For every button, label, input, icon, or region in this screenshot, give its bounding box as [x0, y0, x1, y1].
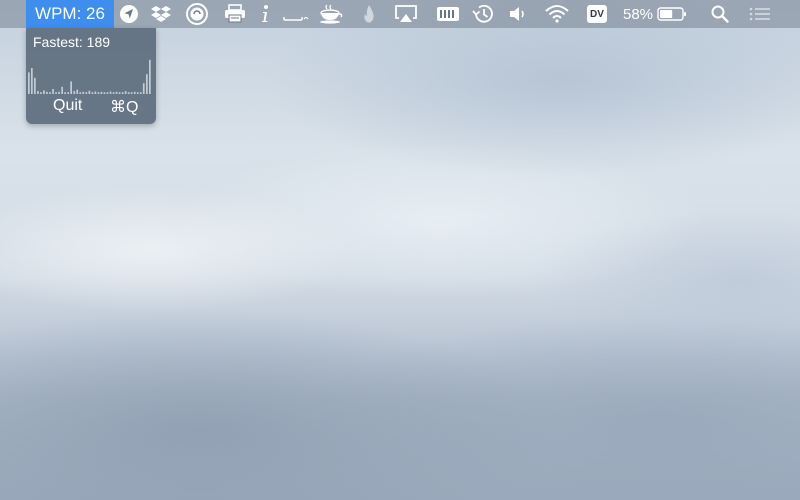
histogram-bar	[64, 92, 66, 94]
histogram-bar	[85, 92, 88, 94]
histogram-bar	[40, 92, 42, 94]
wifi-icon[interactable]	[544, 4, 570, 24]
histogram-bar	[55, 92, 57, 94]
spotlight-search-icon[interactable]	[710, 4, 730, 24]
histogram-bar	[43, 90, 45, 94]
histogram-bar	[88, 90, 91, 94]
histogram-bar	[109, 91, 112, 94]
histogram-bar	[118, 92, 121, 94]
histogram-bar	[28, 72, 30, 94]
histogram-bar	[94, 91, 97, 94]
histogram-bar	[130, 92, 133, 94]
histogram-bar	[97, 92, 100, 94]
histogram-bar	[149, 59, 151, 94]
histogram-bar	[79, 92, 82, 94]
histogram-bar	[103, 92, 106, 94]
airplay-icon[interactable]	[394, 4, 418, 24]
info-icon[interactable]	[259, 4, 271, 24]
printer-icon[interactable]	[223, 4, 247, 24]
histogram-bar	[52, 89, 54, 94]
volume-icon[interactable]	[508, 4, 528, 24]
wpm-popup-menu: Fastest: 189 Quit ⌘Q	[26, 28, 156, 124]
quit-menu-item[interactable]: Quit	[53, 97, 82, 115]
histogram-bar	[70, 81, 72, 94]
histogram-bar	[127, 92, 130, 94]
histogram-bar	[46, 91, 48, 94]
histogram-bar	[146, 74, 148, 94]
histogram-bar	[76, 89, 79, 94]
memory-chip-icon[interactable]	[436, 4, 460, 24]
histogram-bar	[136, 92, 139, 94]
histogram-bar	[49, 92, 51, 94]
quit-shortcut-label: ⌘Q	[110, 99, 139, 116]
histogram-bar	[112, 92, 115, 94]
dropbox-icon[interactable]	[150, 4, 172, 24]
histogram-bar	[139, 92, 142, 94]
fastest-wpm-label: Fastest: 189	[33, 34, 111, 50]
menu-bar: WPM: 26 DV 58%	[0, 0, 800, 28]
histogram-bar	[61, 86, 63, 94]
battery-percentage[interactable]: 58%	[623, 0, 653, 28]
histogram-bar	[91, 92, 94, 94]
time-machine-icon[interactable]	[471, 4, 495, 24]
sync-circle-icon[interactable]	[186, 3, 208, 25]
histogram-bar	[124, 91, 127, 94]
navigation-arrow-icon[interactable]	[119, 4, 139, 24]
histogram-bar	[67, 92, 69, 94]
wpm-menu-item[interactable]: WPM: 26	[26, 0, 114, 28]
notification-center-icon[interactable]	[748, 4, 772, 24]
histogram-bar	[142, 83, 145, 94]
battery-icon[interactable]	[657, 4, 687, 24]
histogram-bar	[34, 77, 36, 94]
histogram-bar	[31, 68, 33, 94]
dv-badge-icon[interactable]: DV	[587, 5, 607, 23]
wpm-histogram	[28, 59, 151, 94]
flame-icon[interactable]	[361, 4, 377, 24]
whitespace-icon[interactable]	[282, 4, 310, 24]
histogram-bar	[106, 92, 109, 94]
histogram-bar	[37, 91, 39, 94]
battery-level-fill	[660, 10, 673, 18]
coffee-cup-icon[interactable]	[318, 4, 344, 24]
histogram-bar	[73, 91, 76, 94]
histogram-bar	[115, 91, 118, 94]
histogram-bar	[133, 91, 136, 94]
histogram-bar	[121, 92, 124, 94]
histogram-bar	[82, 91, 85, 94]
histogram-bar	[58, 91, 60, 94]
histogram-bar	[100, 91, 103, 94]
